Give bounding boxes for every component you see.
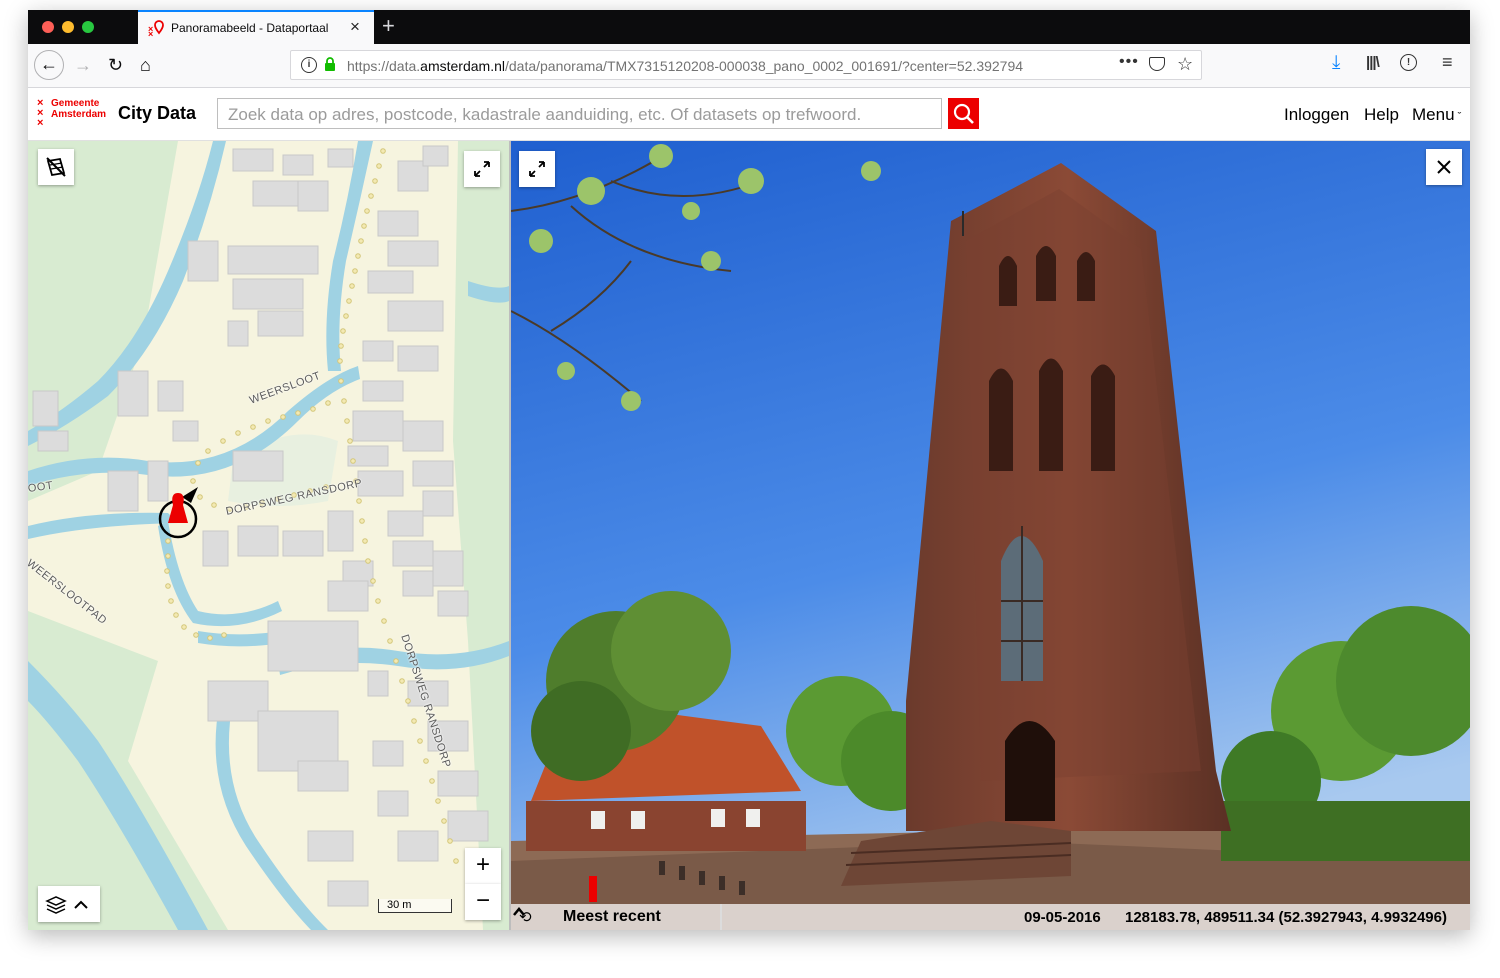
library-icon[interactable]: |||\ <box>1366 54 1380 71</box>
panorama-toggle-icon <box>46 157 66 177</box>
new-tab-button[interactable]: + <box>382 13 395 39</box>
tab-title: Panoramabeeld - Dataportaal <box>171 21 329 35</box>
lock-icon <box>325 57 335 71</box>
search-icon <box>953 103 974 124</box>
chevron-up-icon[interactable] <box>511 904 527 920</box>
url-text[interactable]: https://data.amsterdam.nl/data/panorama/… <box>347 58 1027 74</box>
browser-window: × × Panoramabeeld - Dataportaal × + ← → ↻… <box>28 10 1470 930</box>
info-icon[interactable]: i <box>301 57 317 73</box>
expand-icon <box>474 161 490 177</box>
help-link[interactable]: Help <box>1364 105 1399 125</box>
tab-strip: × × Panoramabeeld - Dataportaal × + <box>28 10 1470 44</box>
divider <box>720 904 722 930</box>
close-window-button[interactable] <box>42 21 54 33</box>
panorama-status-bar: ⟲ Meest recent 09-05-2016 128183.78, 489… <box>511 904 1470 930</box>
panorama-image[interactable] <box>511 141 1470 930</box>
download-icon[interactable]: ⤓ <box>1332 52 1340 74</box>
panorama-panel[interactable]: ⟲ Meest recent 09-05-2016 128183.78, 489… <box>511 141 1470 930</box>
forward-button[interactable]: → <box>74 54 92 76</box>
menu-label: Menu <box>1412 105 1455 124</box>
back-button[interactable]: ← <box>34 50 64 80</box>
site-title[interactable]: City Data <box>118 103 196 124</box>
close-icon <box>1437 160 1451 174</box>
map-scale: 30 m <box>378 899 452 913</box>
layers-icon <box>45 896 88 914</box>
site-header: × × × Gemeente Amsterdam City Data Zoek dat… <box>28 88 1470 141</box>
hamburger-menu-icon[interactable]: ≡ <box>1442 52 1453 73</box>
bookmark-star-icon[interactable]: ☆ <box>1177 54 1193 75</box>
panorama-coordinates: 128183.78, 489511.34 (52.3927943, 4.9932… <box>1125 909 1447 926</box>
map-layers-button[interactable] <box>38 886 100 922</box>
url-bar[interactable]: i https://data.amsterdam.nl/data/panoram… <box>290 50 1202 80</box>
map-fullscreen-button[interactable] <box>464 151 500 187</box>
reload-button[interactable]: ↻ <box>108 54 123 76</box>
minimize-window-button[interactable] <box>62 21 74 33</box>
panorama-date: 09-05-2016 <box>1024 909 1101 926</box>
zoom-in-button[interactable]: + <box>465 848 501 884</box>
amsterdam-logo-icon[interactable]: × × × <box>37 98 43 129</box>
panorama-fullscreen-button[interactable] <box>519 151 555 187</box>
menu-button[interactable]: Menu ˇ <box>1412 105 1461 125</box>
logo-text[interactable]: Gemeente Amsterdam <box>51 98 106 120</box>
login-link[interactable]: Inloggen <box>1284 105 1349 125</box>
pocket-icon[interactable] <box>1149 57 1165 71</box>
home-button[interactable]: ⌂ <box>140 54 151 76</box>
expand-icon <box>529 161 545 177</box>
chevron-down-icon: ˇ <box>1454 111 1462 123</box>
search-button[interactable] <box>948 98 979 129</box>
search-input[interactable]: Zoek data op adres, postcode, kadastrale… <box>217 98 942 129</box>
map-pin-icon: × × <box>148 19 166 40</box>
history-selector[interactable]: Meest recent <box>563 908 661 926</box>
close-panorama-button[interactable] <box>1426 149 1462 185</box>
map-overlay-toggle-button[interactable] <box>38 149 74 185</box>
account-icon[interactable]: ! <box>1400 54 1417 71</box>
browser-tab[interactable]: × × Panoramabeeld - Dataportaal × <box>138 10 374 44</box>
navigation-toolbar: ← → ↻ ⌂ i https://data.amsterdam.nl/data… <box>28 44 1470 88</box>
tab-close-icon[interactable]: × <box>350 18 360 36</box>
map-panel[interactable]: WEERSLOOT DORPSWEG RANSDORP DORPSWEG RAN… <box>28 141 509 930</box>
svg-text:×: × <box>148 29 153 37</box>
maximize-window-button[interactable] <box>82 21 94 33</box>
zoom-out-button[interactable]: − <box>465 884 501 920</box>
map-canvas[interactable] <box>28 141 509 930</box>
page-actions-icon[interactable]: ••• <box>1119 53 1139 71</box>
search-placeholder: Zoek data op adres, postcode, kadastrale… <box>228 105 862 124</box>
